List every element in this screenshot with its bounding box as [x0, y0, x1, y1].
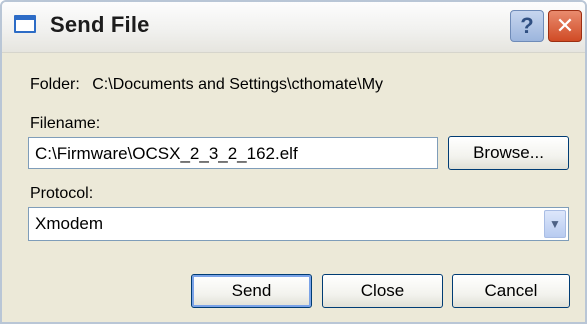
title-bar[interactable]: Send File ? ✕ [2, 2, 585, 53]
filename-label: Filename: [30, 115, 101, 132]
protocol-select[interactable]: Xmodem ▼ [28, 207, 569, 241]
protocol-label: Protocol: [30, 185, 94, 202]
help-icon: ? [520, 13, 534, 38]
cancel-button[interactable]: Cancel [452, 274, 570, 308]
filename-input[interactable]: C:\Firmware\OCSX_2_3_2_162.elf [28, 137, 438, 169]
folder-path: C:\Documents and Settings\cthomate\My [92, 76, 384, 93]
protocol-selected-value: Xmodem [35, 214, 104, 233]
folder-label: Folder: [30, 76, 80, 93]
close-window-button[interactable]: ✕ [548, 10, 582, 42]
send-button[interactable]: Send [191, 274, 312, 308]
window-icon [14, 15, 36, 33]
close-button[interactable]: Close [322, 274, 443, 308]
folder-row: Folder: C:\Documents and Settings\cthoma… [30, 76, 383, 94]
help-button[interactable]: ? [510, 10, 544, 42]
browse-button[interactable]: Browse... [448, 136, 569, 170]
chevron-down-icon[interactable]: ▼ [544, 210, 566, 238]
window-title: Send File [50, 12, 150, 37]
send-file-dialog: Send File ? ✕ Folder: C:\Documents and S… [0, 0, 587, 324]
close-icon: ✕ [555, 13, 575, 38]
